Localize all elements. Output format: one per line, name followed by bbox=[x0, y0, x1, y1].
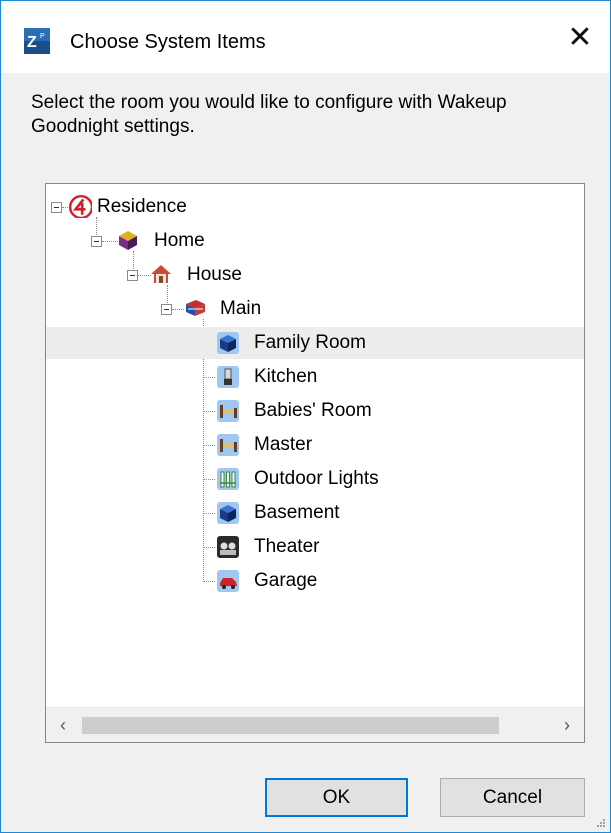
scroll-left-icon[interactable]: ‹ bbox=[46, 708, 80, 742]
tree-item-label: Residence bbox=[97, 196, 187, 217]
resize-grip-icon[interactable] bbox=[596, 818, 606, 828]
close-button[interactable]: ✕ bbox=[550, 9, 610, 65]
tree-item-family-room[interactable]: Family Room bbox=[46, 327, 584, 359]
car-icon bbox=[217, 570, 239, 592]
room-tree[interactable]: Residence Home House Main Family Room Ki… bbox=[45, 183, 585, 743]
bed-icon bbox=[217, 400, 239, 422]
svg-text:P: P bbox=[40, 33, 45, 40]
theater-icon bbox=[217, 536, 239, 558]
tree-item-label: Home bbox=[154, 230, 205, 251]
room-cube-icon bbox=[217, 502, 239, 524]
instruction-text: Select the room you would like to config… bbox=[31, 92, 507, 137]
bed-icon bbox=[217, 434, 239, 456]
tree-item-label: Garage bbox=[254, 570, 318, 591]
tree-item-label: House bbox=[187, 264, 242, 285]
tree-item-label: Main bbox=[220, 298, 262, 319]
tree-item-label: Outdoor Lights bbox=[254, 468, 379, 489]
tree-item-label: Family Room bbox=[254, 332, 366, 353]
collapse-toggle-icon[interactable] bbox=[51, 202, 62, 213]
collapse-toggle-icon[interactable] bbox=[91, 236, 102, 247]
tree-item-garage[interactable]: Garage bbox=[46, 565, 584, 597]
tree-item-label: Theater bbox=[254, 536, 320, 557]
tree-item-house[interactable]: House bbox=[46, 259, 584, 291]
tree-item-label: Master bbox=[254, 434, 313, 455]
tree-item-theater[interactable]: Theater bbox=[46, 531, 584, 563]
tree-item-main[interactable]: Main bbox=[46, 293, 584, 325]
svg-text:Z: Z bbox=[27, 34, 37, 51]
collapse-toggle-icon[interactable] bbox=[127, 270, 138, 281]
floor-icon bbox=[186, 300, 205, 316]
scroll-right-icon[interactable]: › bbox=[550, 708, 584, 742]
scroll-thumb[interactable] bbox=[82, 717, 499, 734]
cancel-button[interactable]: Cancel bbox=[440, 778, 585, 817]
tree-item-home[interactable]: Home bbox=[46, 225, 584, 257]
fence-icon bbox=[217, 468, 239, 490]
collapse-toggle-icon[interactable] bbox=[161, 304, 172, 315]
control4-logo-icon bbox=[68, 194, 92, 218]
tree-item-basement[interactable]: Basement bbox=[46, 497, 584, 529]
room-cube-icon bbox=[217, 332, 239, 354]
tree-item-babies-room[interactable]: Babies' Room bbox=[46, 395, 584, 427]
house-icon bbox=[151, 265, 171, 283]
dialog-window: Z P Choose System Items ✕ Select the roo… bbox=[0, 0, 611, 833]
tree-item-label: Basement bbox=[254, 502, 340, 523]
tree-item-residence[interactable]: Residence bbox=[46, 191, 584, 223]
tree-item-kitchen[interactable]: Kitchen bbox=[46, 361, 584, 393]
horizontal-scrollbar[interactable]: ‹ › bbox=[46, 707, 584, 742]
tree-item-label: Babies' Room bbox=[254, 400, 372, 421]
composer-app-icon: Z P bbox=[24, 28, 50, 54]
tree-item-outdoor-lights[interactable]: Outdoor Lights bbox=[46, 463, 584, 495]
dialog-title: Choose System Items bbox=[70, 31, 266, 53]
ok-button[interactable]: OK bbox=[265, 778, 408, 817]
title-bar[interactable]: Z P Choose System Items ✕ bbox=[1, 1, 610, 73]
blender-icon bbox=[217, 366, 239, 388]
tree-item-master[interactable]: Master bbox=[46, 429, 584, 461]
tree-item-label: Kitchen bbox=[254, 366, 318, 387]
home-cube-icon bbox=[119, 231, 137, 250]
